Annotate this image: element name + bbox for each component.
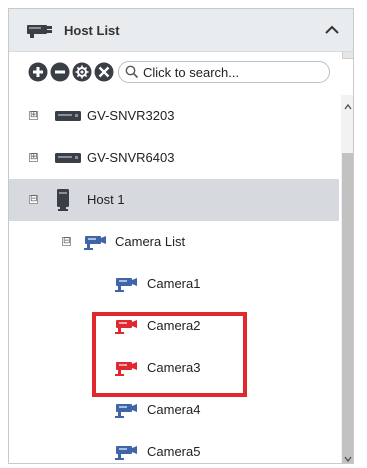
tree-scrollbar[interactable] — [341, 95, 353, 463]
camera-group-icon — [84, 236, 106, 250]
tree-item-nvr-2[interactable]: ⊞ GV-SNVR6403 — [9, 137, 339, 179]
scrollbar-thumb[interactable] — [342, 153, 353, 463]
settings-icon[interactable] — [71, 61, 93, 83]
camera-alert-icon — [115, 362, 137, 376]
tree-item-camera-list[interactable]: ⊟ Camera List — [9, 221, 339, 263]
search-input[interactable]: Click to search... — [118, 61, 330, 83]
host-tree: ⊞ GV-SNVR3203 ⊞ GV-SNVR6403 ⊟ Host 1 ⊟ C… — [9, 95, 339, 463]
nvr-device-icon — [55, 153, 81, 163]
tree-item-camera-3[interactable]: Camera3 — [9, 347, 339, 389]
tools-icon[interactable] — [93, 61, 115, 83]
host-computer-icon — [57, 189, 69, 211]
collapse-toggle[interactable]: ⊟ — [62, 237, 71, 246]
remove-icon[interactable] — [49, 61, 71, 83]
tree-item-label: GV-SNVR6403 — [87, 150, 175, 165]
tree-item-label: Host 1 — [87, 192, 125, 207]
tree-item-nvr-1[interactable]: ⊞ GV-SNVR3203 — [9, 95, 339, 137]
host-server-icon — [27, 25, 52, 38]
tree-item-label: GV-SNVR3203 — [87, 108, 175, 123]
scroll-down-icon[interactable] — [341, 453, 353, 463]
camera-icon — [115, 278, 137, 292]
collapse-toggle[interactable]: ⊟ — [29, 195, 38, 204]
tree-item-label: Camera4 — [147, 402, 201, 417]
camera-alert-icon — [115, 320, 137, 334]
panel-header: Host List — [9, 9, 353, 52]
scroll-up-icon[interactable] — [341, 101, 353, 113]
tree-item-camera-4[interactable]: Camera4 — [9, 389, 339, 431]
tree-item-camera-5[interactable]: Camera5 — [9, 431, 339, 463]
camera-icon — [115, 446, 137, 460]
camera-icon — [115, 404, 137, 418]
search-icon — [125, 65, 139, 79]
panel-title: Host List — [64, 22, 120, 38]
expand-toggle[interactable]: ⊞ — [29, 153, 38, 162]
tree-item-camera-1[interactable]: Camera1 — [9, 263, 339, 305]
tree-item-label: Camera2 — [147, 318, 201, 333]
tree-item-host-1[interactable]: ⊟ Host 1 — [9, 179, 339, 221]
search-placeholder: Click to search... — [143, 64, 240, 80]
tree-item-camera-2[interactable]: Camera2 — [9, 305, 339, 347]
host-toolbar: Click to search... — [9, 57, 353, 87]
host-list-panel: ◀ Host List Click to search... — [8, 8, 354, 464]
expand-toggle[interactable]: ⊞ — [29, 111, 38, 120]
tree-item-label: Camera List — [115, 234, 186, 249]
tree-item-label: Camera3 — [147, 360, 201, 375]
add-icon[interactable] — [27, 61, 49, 83]
chevron-up-icon[interactable] — [323, 21, 341, 39]
nvr-device-icon — [55, 111, 81, 121]
tree-item-label: Camera5 — [147, 444, 201, 459]
tree-item-label: Camera1 — [147, 276, 201, 291]
